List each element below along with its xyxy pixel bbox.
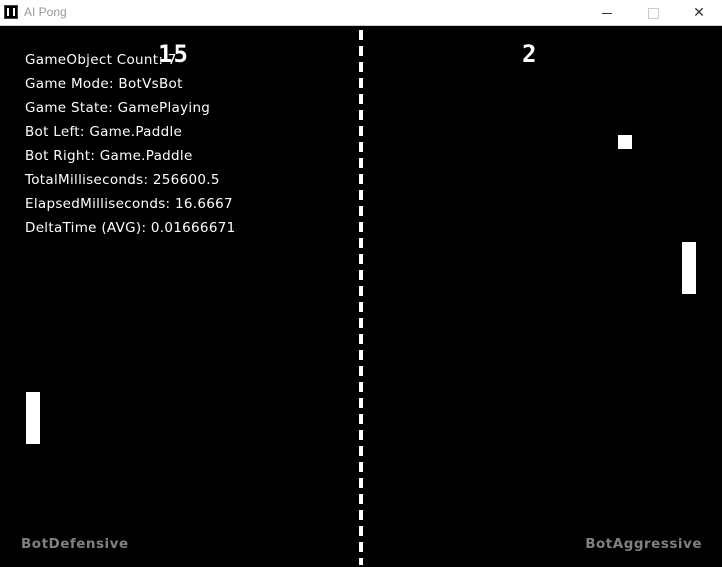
- bot-left-label: BotDefensive: [21, 536, 129, 552]
- app-icon: [4, 5, 18, 19]
- window-title: AI Pong: [24, 5, 67, 19]
- minimize-button[interactable]: [584, 0, 630, 26]
- score-right: 2: [522, 40, 538, 68]
- debug-overlay: GameObject Count: 7 Game Mode: BotVsBot …: [25, 48, 235, 240]
- debug-line: Bot Left: Game.Paddle: [25, 124, 183, 140]
- maximize-icon: [647, 7, 659, 19]
- debug-line: Game Mode: BotVsBot: [25, 76, 183, 92]
- debug-line: GameObject Count: 7: [25, 52, 177, 68]
- title-bar: AI Pong ✕: [0, 0, 722, 26]
- debug-line: TotalMilliseconds: 256600.5: [25, 172, 220, 188]
- center-net: [359, 30, 363, 565]
- bot-right-label: BotAggressive: [585, 536, 702, 552]
- game-canvas: 15 2 GameObject Count: 7 Game Mode: BotV…: [0, 26, 722, 567]
- maximize-button[interactable]: [630, 0, 676, 26]
- debug-line: DeltaTime (AVG): 0.01666671: [25, 220, 236, 236]
- close-icon: ✕: [693, 5, 705, 21]
- debug-line: Game State: GamePlaying: [25, 100, 211, 116]
- close-button[interactable]: ✕: [676, 0, 722, 26]
- debug-line: ElapsedMilliseconds: 16.6667: [25, 196, 233, 212]
- debug-line: Bot Right: Game.Paddle: [25, 148, 193, 164]
- left-paddle: [26, 392, 40, 444]
- ball: [618, 135, 632, 149]
- right-paddle: [682, 242, 696, 294]
- minimize-icon: [602, 12, 612, 14]
